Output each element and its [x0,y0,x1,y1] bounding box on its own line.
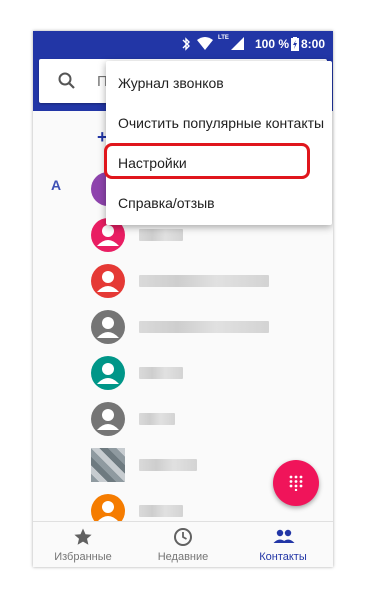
contact-name-blurred [139,229,183,241]
list-item[interactable] [33,399,333,445]
clock-icon [174,528,192,546]
star-icon [74,528,92,545]
avatar [91,264,125,298]
avatar [91,356,125,390]
menu-item-help-feedback[interactable]: Справка/отзыв [106,183,332,223]
battery-charging-icon [291,37,299,51]
avatar [91,310,125,344]
signal-icon [231,37,244,50]
contact-name-blurred [139,505,183,517]
bluetooth-icon [182,37,190,51]
wifi-icon [197,37,213,50]
status-time: 8:00 [300,37,325,51]
tab-recents-label: Недавние [157,551,209,563]
phone-screen: LTE 100 % 8:00 П + A Журнал звонков Очис… [33,31,333,567]
person-icon [97,409,119,430]
search-icon [58,72,75,89]
tab-recents[interactable]: Недавние [133,522,233,567]
person-icon [97,271,119,292]
dialpad-icon [289,475,303,491]
status-bar: LTE 100 % 8:00 [33,31,333,57]
tab-contacts-label: Контакты [259,551,307,563]
contact-name-blurred [139,367,183,379]
person-icon [97,317,119,338]
contact-name-blurred [139,321,269,333]
tab-favorites-label: Избранные [54,551,112,563]
tab-contacts[interactable]: Контакты [233,522,333,567]
tab-favorites[interactable]: Избранные [33,522,133,567]
list-item[interactable] [33,353,333,399]
avatar [91,402,125,436]
contact-name-blurred [139,459,197,471]
menu-item-call-log[interactable]: Журнал звонков [106,63,332,103]
battery-percentage: 100 % [255,37,290,51]
contact-name-blurred [139,413,175,425]
contact-name-blurred [139,275,269,287]
screenshot-stage: LTE 100 % 8:00 П + A Журнал звонков Очис… [0,0,366,600]
bottom-navigation: Избранные Недавние Контакты [33,521,333,567]
dialpad-fab[interactable] [273,460,319,506]
avatar [91,448,125,482]
network-type-label: LTE [218,35,229,41]
people-icon [273,529,295,543]
person-icon [97,363,119,384]
list-item[interactable] [33,261,333,307]
list-item[interactable] [33,307,333,353]
menu-item-clear-frequents[interactable]: Очистить популярные контакты [106,103,332,143]
settings-highlight-annotation [104,143,310,179]
